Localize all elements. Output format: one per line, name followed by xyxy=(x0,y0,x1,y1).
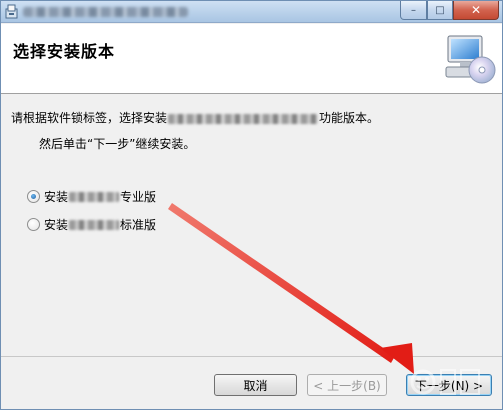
option-standard-prefix: 安装 xyxy=(44,218,69,232)
computer-cd-icon xyxy=(445,35,496,84)
back-button[interactable]: < 上一步(B) xyxy=(307,374,387,396)
minimize-button[interactable]: – xyxy=(400,1,427,20)
redacted-product-name xyxy=(69,219,120,230)
wizard-body: 请根据软件锁标签，选择安装 功能版本。 然后单击“下一步”继续安装。 安装 专业版 … xyxy=(1,95,502,355)
installer-icon xyxy=(5,4,18,19)
title-bar: – □ ✕ xyxy=(1,1,502,23)
page-title: 选择安装版本 xyxy=(13,42,116,61)
installer-window: – □ ✕ 选择安装版本 请根据软件锁标签，选择安装 功能版本。 然后单击“下一… xyxy=(0,0,503,410)
option-professional-prefix: 安装 xyxy=(44,190,69,204)
option-professional-suffix: 专业版 xyxy=(120,190,157,204)
option-professional[interactable]: 安装 专业版 xyxy=(27,188,156,205)
maximize-button[interactable]: □ xyxy=(427,1,453,20)
baidu-jingyan-watermark xyxy=(410,369,480,395)
description-prefix: 请根据软件锁标签，选择安装 xyxy=(11,111,168,125)
wizard-header: 选择安装版本 xyxy=(1,24,502,94)
description-line: 请根据软件锁标签，选择安装 功能版本。 xyxy=(11,109,379,126)
redacted-product-name xyxy=(168,113,319,124)
redacted-product-name xyxy=(69,191,120,202)
close-button[interactable]: ✕ xyxy=(453,1,499,20)
option-standard[interactable]: 安装 标准版 xyxy=(27,216,156,233)
option-standard-suffix: 标准版 xyxy=(120,218,157,232)
window-title-redacted xyxy=(23,7,188,17)
radio-professional[interactable] xyxy=(27,190,40,203)
maximize-icon: □ xyxy=(435,4,445,16)
close-icon: ✕ xyxy=(470,3,482,17)
instruction-line: 然后单击“下一步”继续安装。 xyxy=(39,137,196,151)
radio-standard[interactable] xyxy=(27,218,40,231)
minimize-icon: – xyxy=(411,4,416,16)
description-suffix: 功能版本。 xyxy=(319,111,380,125)
cancel-button[interactable]: 取消 xyxy=(214,374,297,396)
